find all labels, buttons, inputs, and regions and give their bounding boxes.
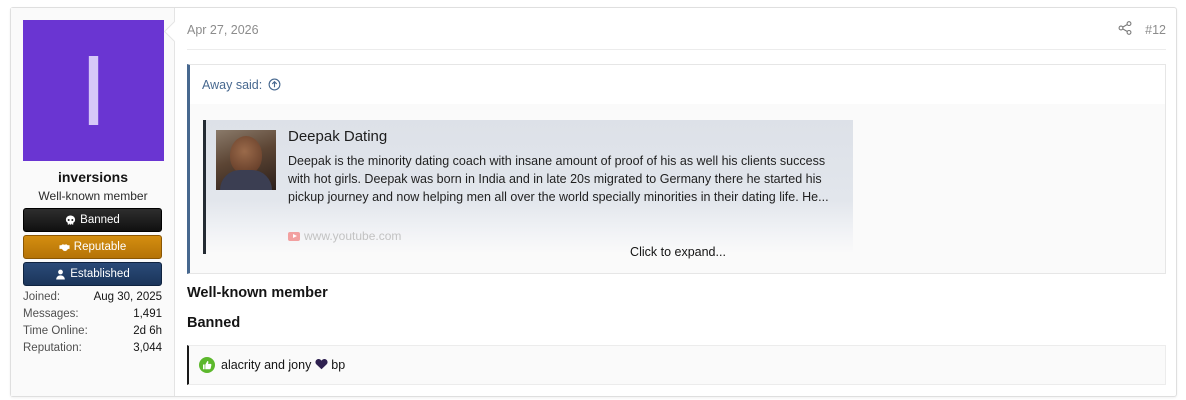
embed-thumbnail[interactable] — [216, 130, 276, 190]
signature-line-1: Well-known member — [187, 285, 328, 301]
heart-icon — [315, 358, 328, 370]
embed-source-domain: www.youtube.com — [304, 229, 402, 243]
avatar-letter: I — [79, 34, 108, 147]
thumbs-up-icon — [203, 361, 212, 370]
reactions-text[interactable]: alacrity and jony bp — [221, 358, 345, 372]
embed-source: www.youtube.com — [288, 229, 401, 243]
banner-label: Banned — [80, 214, 120, 226]
stat-reputation: Reputation: 3,044 — [23, 340, 162, 357]
user-info-column: I inversions Well-known member Banned Re… — [11, 8, 175, 396]
embed-description: Deepak is the minority dating coach with… — [288, 154, 829, 205]
handshake-icon — [59, 243, 70, 251]
post-container: I inversions Well-known member Banned Re… — [10, 7, 1177, 397]
thumbnail-head — [230, 136, 262, 174]
user-icon — [56, 269, 66, 280]
banner-banned: Banned — [23, 208, 162, 232]
stat-value: Aug 30, 2025 — [93, 291, 162, 303]
banner-reputable: Reputable — [23, 235, 162, 259]
thumbnail-shirt — [220, 170, 272, 190]
quote-block: Away said: Deepak Dating Deepak is the m… — [187, 64, 1166, 274]
banner-label: Reputable — [73, 241, 127, 253]
avatar[interactable]: I — [23, 20, 164, 161]
stat-label: Joined: — [23, 291, 61, 303]
stat-messages: Messages: 1,491 — [23, 306, 162, 323]
stat-value: 3,044 — [133, 342, 162, 354]
post-number[interactable]: #12 — [1145, 23, 1166, 37]
banner-label: Established — [70, 268, 130, 280]
post-main: Apr 27, 2026 #12 Away said: Deepak Datin… — [187, 8, 1166, 396]
stat-time-online: Time Online: 2d 6h — [23, 323, 162, 340]
username[interactable]: inversions — [11, 169, 175, 185]
post-header: Apr 27, 2026 #12 — [187, 20, 1166, 50]
share-icon[interactable] — [1118, 21, 1132, 35]
arrow-up-circle-icon[interactable] — [268, 78, 281, 91]
quote-title[interactable]: Away said: — [190, 65, 1165, 104]
click-to-expand[interactable]: Click to expand... — [190, 245, 1166, 259]
stat-label: Time Online: — [23, 325, 88, 337]
stat-joined: Joined: Aug 30, 2025 — [23, 289, 162, 306]
link-embed[interactable]: Deepak Dating Deepak is the minority dat… — [203, 120, 853, 254]
stat-value[interactable]: 1,491 — [133, 306, 162, 323]
user-stats: Joined: Aug 30, 2025 Messages: 1,491 Tim… — [23, 289, 162, 357]
reactions-users[interactable]: alacrity and jony — [221, 358, 311, 372]
stat-value: 2d 6h — [133, 325, 162, 337]
reactions-more-user[interactable]: bp — [331, 358, 345, 372]
signature-line-2: Banned — [187, 315, 241, 331]
embed-title[interactable]: Deepak Dating — [288, 128, 387, 145]
user-title: Well-known member — [38, 189, 148, 203]
stat-label: Messages: — [23, 308, 79, 320]
stat-label: Reputation: — [23, 342, 82, 354]
banner-established: Established — [23, 262, 162, 286]
reactions-bar[interactable]: alacrity and jony bp — [187, 345, 1166, 385]
post-date[interactable]: Apr 27, 2026 — [187, 23, 259, 37]
skull-icon — [66, 214, 76, 225]
quote-author[interactable]: Away said: — [202, 78, 262, 92]
youtube-icon — [288, 231, 300, 241]
like-icon — [199, 357, 215, 373]
